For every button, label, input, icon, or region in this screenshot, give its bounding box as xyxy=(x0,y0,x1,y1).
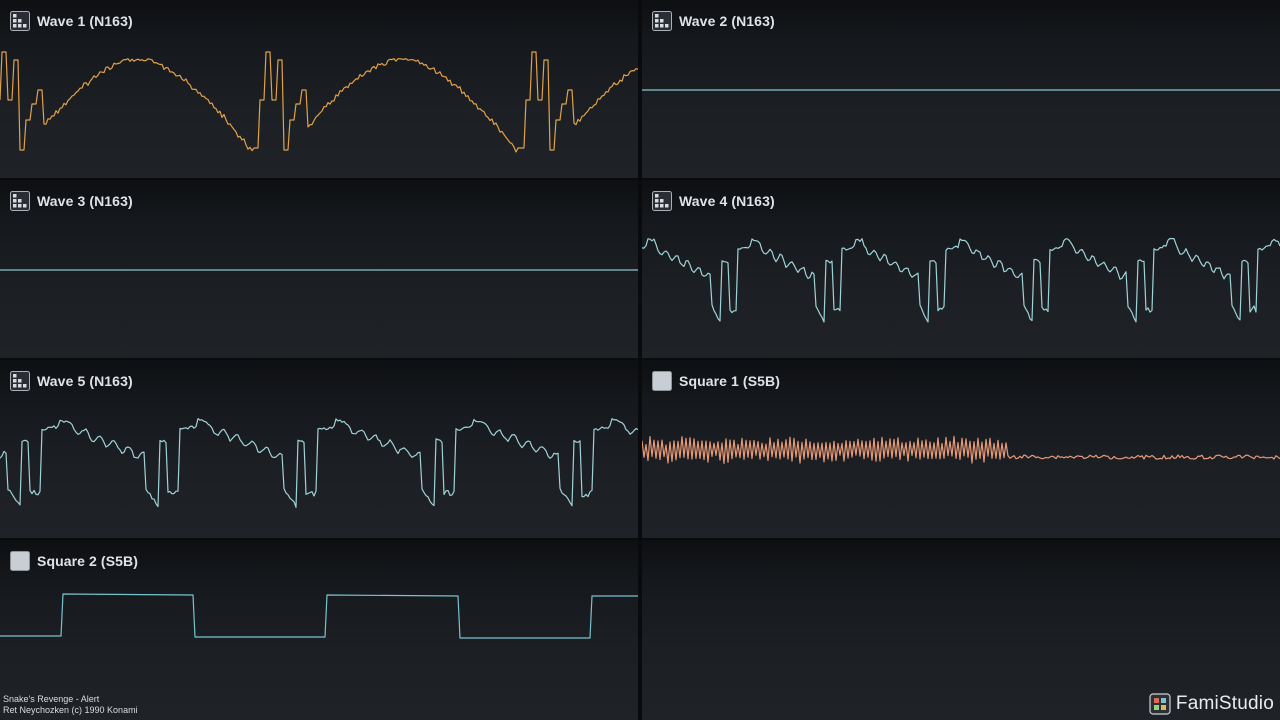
n163-wave-channel-icon xyxy=(10,11,30,31)
panel-header: Square 1 (S5B) xyxy=(652,370,780,392)
panel-header: Square 2 (S5B) xyxy=(10,550,138,572)
channel-title: Wave 4 (N163) xyxy=(679,193,775,209)
channel-panel-wave5: Wave 5 (N163) xyxy=(0,360,638,538)
brand-watermark: FamiStudio xyxy=(1149,693,1274,715)
channel-panel-wave1: Wave 1 (N163) xyxy=(0,0,638,178)
channel-panel-wave3: Wave 3 (N163) xyxy=(0,180,638,358)
n163-wave-channel-icon xyxy=(652,191,672,211)
waveform-trace xyxy=(642,237,1280,323)
song-credits: Snake's Revenge - Alert Ret Neychozken (… xyxy=(3,694,138,716)
panel-header: Wave 4 (N163) xyxy=(652,190,775,212)
s5b-square-channel-icon xyxy=(10,551,30,571)
n163-wave-channel-icon xyxy=(10,371,30,391)
s5b-square-channel-icon xyxy=(652,371,672,391)
panel-header: Wave 3 (N163) xyxy=(10,190,133,212)
song-author: Ret Neychozken (c) 1990 Konami xyxy=(3,705,138,715)
waveform-trace xyxy=(0,418,638,508)
channel-panel-square2: Square 2 (S5B) xyxy=(0,540,638,720)
channel-title: Square 2 (S5B) xyxy=(37,553,138,569)
channel-panel-wave2: Wave 2 (N163) xyxy=(642,0,1280,178)
brand-name: FamiStudio xyxy=(1175,693,1274,714)
channel-title: Wave 2 (N163) xyxy=(679,13,775,29)
waveform-trace xyxy=(0,593,638,639)
channel-title: Wave 5 (N163) xyxy=(37,373,133,389)
panel-header: Wave 5 (N163) xyxy=(10,370,133,392)
channel-title: Square 1 (S5B) xyxy=(679,373,780,389)
waveform-trace xyxy=(642,435,1280,464)
channel-title: Wave 3 (N163) xyxy=(37,193,133,209)
n163-wave-channel-icon xyxy=(652,11,672,31)
panel-header: Wave 1 (N163) xyxy=(10,10,133,32)
channel-title: Wave 1 (N163) xyxy=(37,13,133,29)
channel-panel-wave4: Wave 4 (N163) xyxy=(642,180,1280,358)
channel-panel-square1: Square 1 (S5B) xyxy=(642,360,1280,538)
waveform-trace xyxy=(0,51,638,153)
panel-header: Wave 2 (N163) xyxy=(652,10,775,32)
oscilloscope-stage: Wave 1 (N163) Wave 2 (N163) Wave 3 (N163… xyxy=(0,0,1280,720)
famistudio-logo-icon xyxy=(1149,693,1171,715)
song-title: Snake's Revenge - Alert xyxy=(3,694,100,704)
n163-wave-channel-icon xyxy=(10,191,30,211)
